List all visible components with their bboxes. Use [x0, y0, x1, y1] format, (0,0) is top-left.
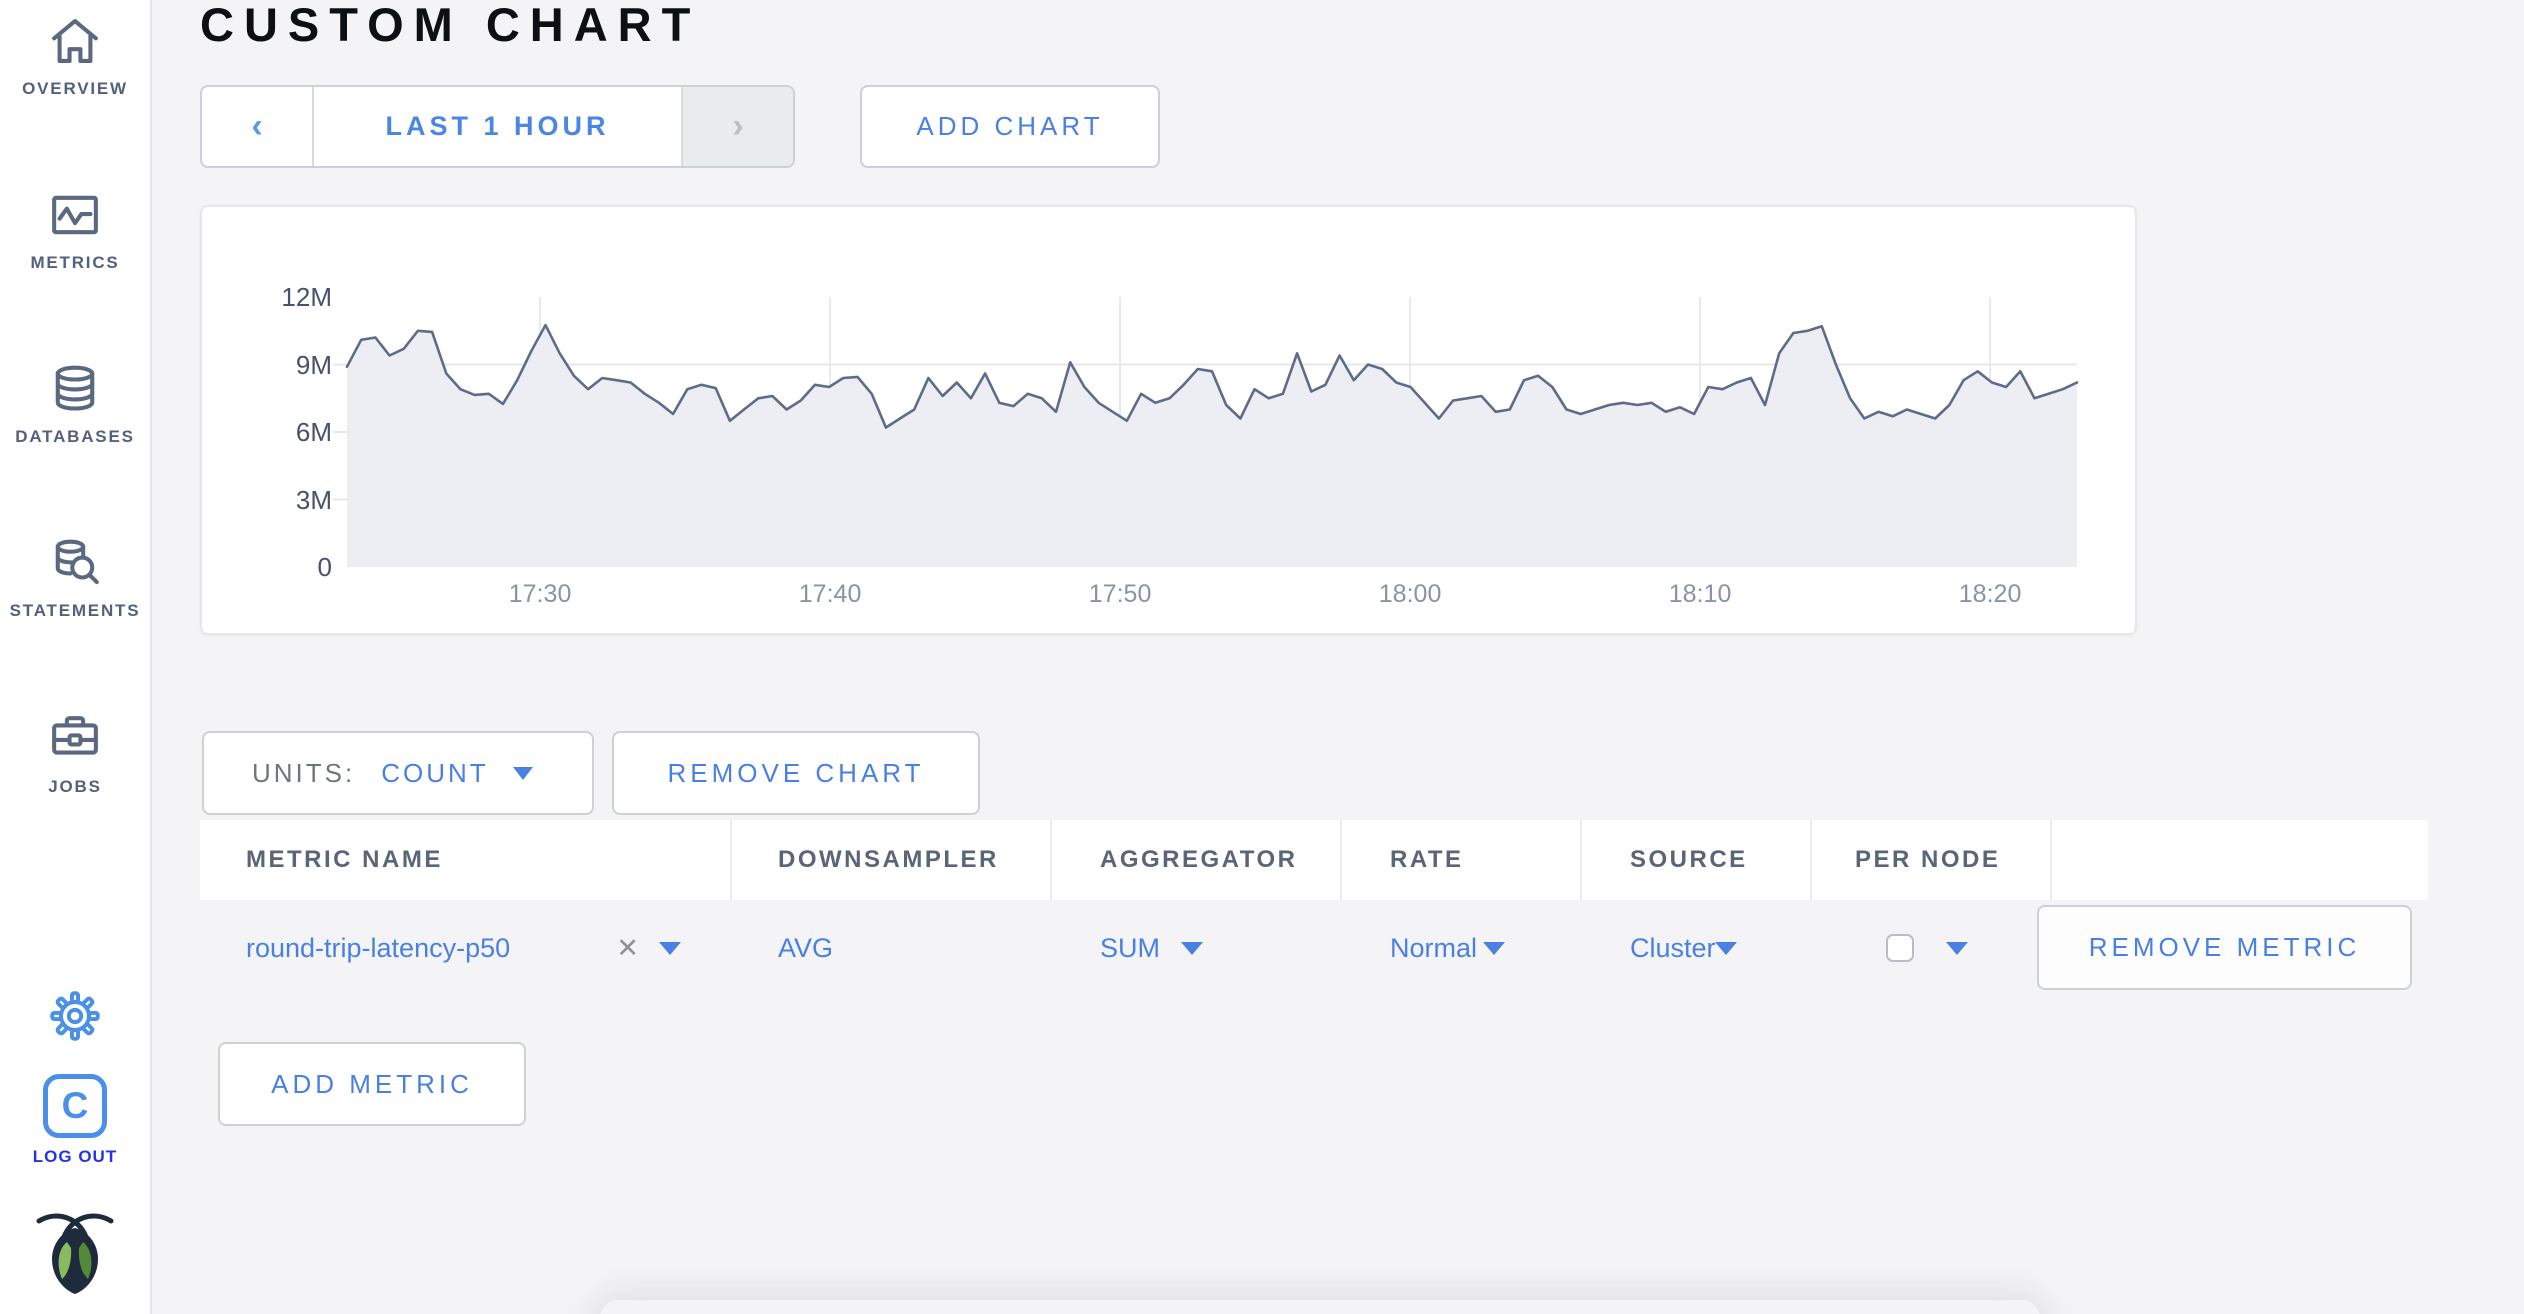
column-header-aggregator: AGGREGATOR	[1050, 820, 1340, 900]
x-tick-label: 17:30	[508, 580, 572, 608]
downsampler-dropdown[interactable]: AVG	[778, 933, 833, 964]
per-node-checkbox[interactable]	[1886, 934, 1914, 962]
x-tick-label: 18:10	[1668, 580, 1732, 608]
sidebar-item-label: OVERVIEW	[22, 79, 128, 98]
clear-metric-icon[interactable]: ✕	[616, 933, 639, 964]
chevron-right-icon: ›	[732, 107, 744, 145]
bottom-window-shadow	[600, 1300, 2040, 1314]
x-tick-label: 18:00	[1378, 580, 1442, 608]
x-tick-label: 17:50	[1088, 580, 1152, 608]
sidebar-item-label: JOBS	[48, 777, 102, 796]
remove-chart-button[interactable]: REMOVE CHART	[612, 731, 980, 815]
sidebar-item-label: DATABASES	[15, 427, 135, 446]
per-node-cell	[1886, 900, 2036, 996]
column-header-downsampler: DOWNSAMPLER	[730, 820, 1050, 900]
units-value: COUNT	[381, 757, 489, 788]
databases-icon	[46, 360, 104, 418]
chevron-down-icon[interactable]	[659, 941, 681, 955]
next-time-button[interactable]: ›	[681, 87, 793, 166]
page-title: CUSTOM CHART	[200, 0, 701, 51]
units-label: UNITS:	[252, 757, 356, 788]
remove-metric-button[interactable]: REMOVE METRIC	[2037, 905, 2412, 990]
sidebar-item-databases[interactable]: DATABASES	[0, 360, 150, 447]
sidebar-item-overview[interactable]: OVERVIEW	[0, 12, 150, 99]
gear-icon	[47, 988, 103, 1044]
column-header-source: SOURCE	[1580, 820, 1810, 900]
metric-name-controls: ✕	[616, 933, 681, 964]
units-dropdown[interactable]: UNITS: COUNT	[202, 731, 594, 815]
y-tick-label: 9M	[295, 349, 332, 380]
column-header-metric-name: METRIC NAME	[200, 820, 730, 900]
prev-time-button[interactable]: ‹	[202, 87, 314, 166]
time-range-selector: ‹ LAST 1 HOUR ›	[200, 85, 795, 168]
custom-chart-page: OVERVIEW METRICS DATABASES STATEMENTS JO…	[0, 0, 2524, 1314]
sidebar-item-statements[interactable]: STATEMENTS	[0, 534, 150, 621]
add-metric-button[interactable]: ADD METRIC	[218, 1042, 526, 1126]
sidebar-item-label: METRICS	[30, 253, 120, 272]
logout-button[interactable]: C LOG OUT	[0, 1074, 150, 1167]
time-range-dropdown[interactable]: LAST 1 HOUR	[314, 87, 681, 166]
home-icon	[46, 12, 104, 70]
y-tick-label: 12M	[281, 282, 332, 312]
sidebar-item-jobs[interactable]: JOBS	[0, 710, 150, 797]
chevron-down-icon	[512, 766, 533, 780]
timeseries-area-chart[interactable]	[333, 297, 2079, 567]
aggregator-dropdown[interactable]: SUM	[1100, 933, 1160, 964]
chevron-left-icon: ‹	[251, 107, 263, 145]
metric-name-dropdown[interactable]: round-trip-latency-p50	[246, 933, 510, 964]
sidebar-item-metrics[interactable]: METRICS	[0, 186, 150, 273]
column-header-actions	[2050, 820, 2428, 900]
y-tick-label: 0	[317, 552, 332, 582]
metric-name-cell: round-trip-latency-p50 ✕	[246, 900, 681, 996]
column-header-rate: RATE	[1340, 820, 1580, 900]
cockroach-bug-icon	[27, 1204, 123, 1298]
settings-button[interactable]	[0, 988, 150, 1044]
cockroach-logo	[0, 1204, 150, 1298]
metrics-table-header: METRIC NAME DOWNSAMPLER AGGREGATOR RATE …	[200, 820, 2428, 900]
add-chart-button[interactable]: ADD CHART	[860, 85, 1160, 168]
logout-label: LOG OUT	[32, 1147, 118, 1166]
rate-dropdown[interactable]: Normal	[1390, 933, 1477, 964]
jobs-icon	[46, 710, 104, 768]
x-tick-label: 18:20	[1958, 580, 2022, 608]
metrics-icon	[46, 186, 104, 244]
sidebar-item-label: STATEMENTS	[9, 601, 141, 620]
cockroach-c-icon: C	[43, 1074, 107, 1138]
sidebar: OVERVIEW METRICS DATABASES STATEMENTS JO…	[0, 0, 152, 1314]
y-tick-label: 3M	[295, 484, 332, 515]
y-tick-label: 6M	[295, 417, 332, 447]
chart-card: 12M 9M 6M 3M 0 17:30 17:40 17:50 18:00 18:10 18:2…	[200, 205, 2137, 635]
x-tick-label: 17:40	[798, 580, 862, 608]
statements-icon	[46, 534, 104, 592]
source-dropdown[interactable]: Cluster	[1630, 933, 1716, 964]
column-header-per-node: PER NODE	[1810, 820, 2050, 900]
